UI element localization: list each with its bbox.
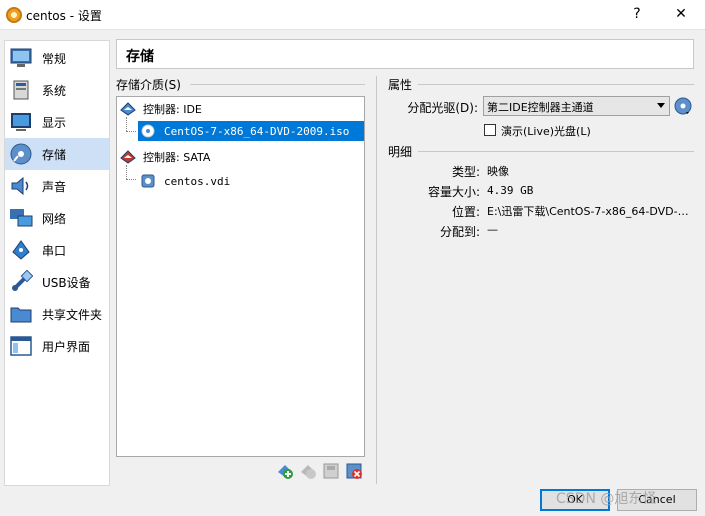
section-divider (418, 84, 694, 85)
sidebar-item-system[interactable]: 系统 (5, 74, 109, 106)
help-button[interactable]: ? (626, 4, 648, 24)
tree-item-label: 控制器: SATA (143, 151, 211, 164)
sidebar-item-label: 共享文件夹 (42, 308, 103, 322)
tree-item-label: centos.vdi (164, 174, 231, 188)
usb-icon (12, 270, 33, 291)
sidebar-item-label: 串口 (42, 244, 67, 258)
sidebar-item-display[interactable]: 显示 (5, 106, 109, 138)
detail-size-label: 容量大小: (427, 185, 480, 199)
sidebar-item-label: 声音 (42, 180, 67, 194)
detail-attached-value: — (487, 223, 498, 236)
tree-item-label: CentOS-7-x86_64-DVD-2009.iso (164, 124, 350, 138)
remove-controller-icon[interactable] (299, 462, 317, 480)
optical-drive-value: 第二IDE控制器主通道 (487, 101, 594, 114)
audio-icon (11, 176, 29, 196)
sidebar-item-usb[interactable]: USB设备 (5, 266, 109, 298)
sidebar-item-label: 网络 (42, 212, 67, 226)
sidebar-item-label: 常规 (42, 52, 67, 66)
title-bar: centos - 设置 ? ✕ (0, 0, 705, 30)
ide-controller-icon (120, 102, 136, 116)
details-section-label: 明细 (388, 143, 417, 160)
watermark: CSDN @旭东怪 (556, 491, 657, 507)
detail-location-value: E:\迅雷下载\CentOS-7-x86_64-DVD-… (487, 205, 689, 218)
sidebar-item-label: 显示 (42, 116, 67, 130)
sidebar-item-storage[interactable]: 存储 (5, 138, 109, 170)
sidebar-item-serial-port[interactable]: 串口 (5, 234, 109, 266)
live-cd-checkbox[interactable] (484, 124, 496, 136)
choose-disc-icon[interactable] (674, 97, 692, 115)
shared-folder-icon (10, 307, 32, 323)
sidebar-item-label: 存储 (42, 148, 67, 162)
network-icon (10, 209, 33, 227)
sidebar-item-user-interface[interactable]: 用户界面 (5, 330, 109, 362)
optical-disc-icon (141, 124, 155, 138)
user-interface-icon (10, 336, 32, 356)
sidebar-item-general[interactable]: 常规 (5, 42, 109, 74)
detail-type-label: 类型: (451, 165, 480, 179)
hard-disk-icon (141, 174, 155, 188)
sidebar-item-shared-folders[interactable]: 共享文件夹 (5, 298, 109, 330)
detail-type-value: 映像 (487, 165, 509, 178)
system-icon (13, 80, 29, 100)
add-controller-icon[interactable] (276, 462, 294, 480)
tree-item-centos-vdi[interactable]: centos.vdi (138, 171, 338, 191)
tree-item-sata-controller[interactable]: 控制器: SATA (120, 147, 360, 167)
sidebar-item-network[interactable]: 网络 (5, 202, 109, 234)
tree-line (126, 179, 136, 180)
tree-line (126, 165, 127, 179)
section-divider (418, 151, 694, 152)
page-header: 存储 (116, 39, 694, 69)
tree-line (126, 131, 136, 132)
sidebar-item-label: 系统 (42, 84, 67, 98)
storage-tree[interactable]: 控制器: IDE CentOS-7-x86_64-DVD-2009.iso 控制… (116, 96, 365, 457)
sata-controller-icon (120, 150, 136, 164)
add-attachment-icon[interactable] (322, 462, 340, 480)
detail-size-value: 4.39 GB (487, 184, 534, 197)
live-cd-label[interactable]: 演示(Live)光盘(L) (501, 123, 591, 139)
chevron-down-icon (657, 103, 665, 108)
detail-attached-label: 分配到: (439, 225, 480, 239)
storage-media-label: 存储介质(S) (116, 76, 185, 93)
page-title: 存储 (126, 49, 154, 65)
remove-attachment-icon[interactable] (345, 462, 363, 480)
sidebar-item-label: USB设备 (42, 276, 91, 290)
sidebar-item-audio[interactable]: 声音 (5, 170, 109, 202)
tree-item-centos-iso[interactable]: CentOS-7-x86_64-DVD-2009.iso (138, 121, 364, 141)
optical-drive-select[interactable]: 第二IDE控制器主通道 (483, 96, 670, 116)
tree-item-ide-controller[interactable]: 控制器: IDE (120, 99, 360, 119)
window-title: centos - 设置 (26, 9, 102, 23)
virtualbox-app-icon (6, 7, 22, 23)
tree-line (126, 117, 127, 131)
attributes-section-label: 属性 (388, 76, 417, 93)
section-divider (190, 84, 365, 85)
drive-label: 分配光驱(D): (407, 101, 478, 115)
tree-item-label: 控制器: IDE (143, 103, 202, 116)
display-icon (11, 113, 31, 131)
general-icon (10, 48, 32, 67)
settings-sidebar: 常规 系统 显示 存储 声音 网络 串口 USB设备 共享文件夹 用户界面 (4, 40, 110, 486)
vertical-separator (376, 76, 377, 484)
sidebar-item-label: 用户界面 (42, 340, 91, 354)
close-button[interactable]: ✕ (670, 4, 692, 24)
detail-location-label: 位置: (451, 205, 480, 219)
storage-icon (10, 143, 32, 165)
serial-port-icon (12, 240, 30, 260)
